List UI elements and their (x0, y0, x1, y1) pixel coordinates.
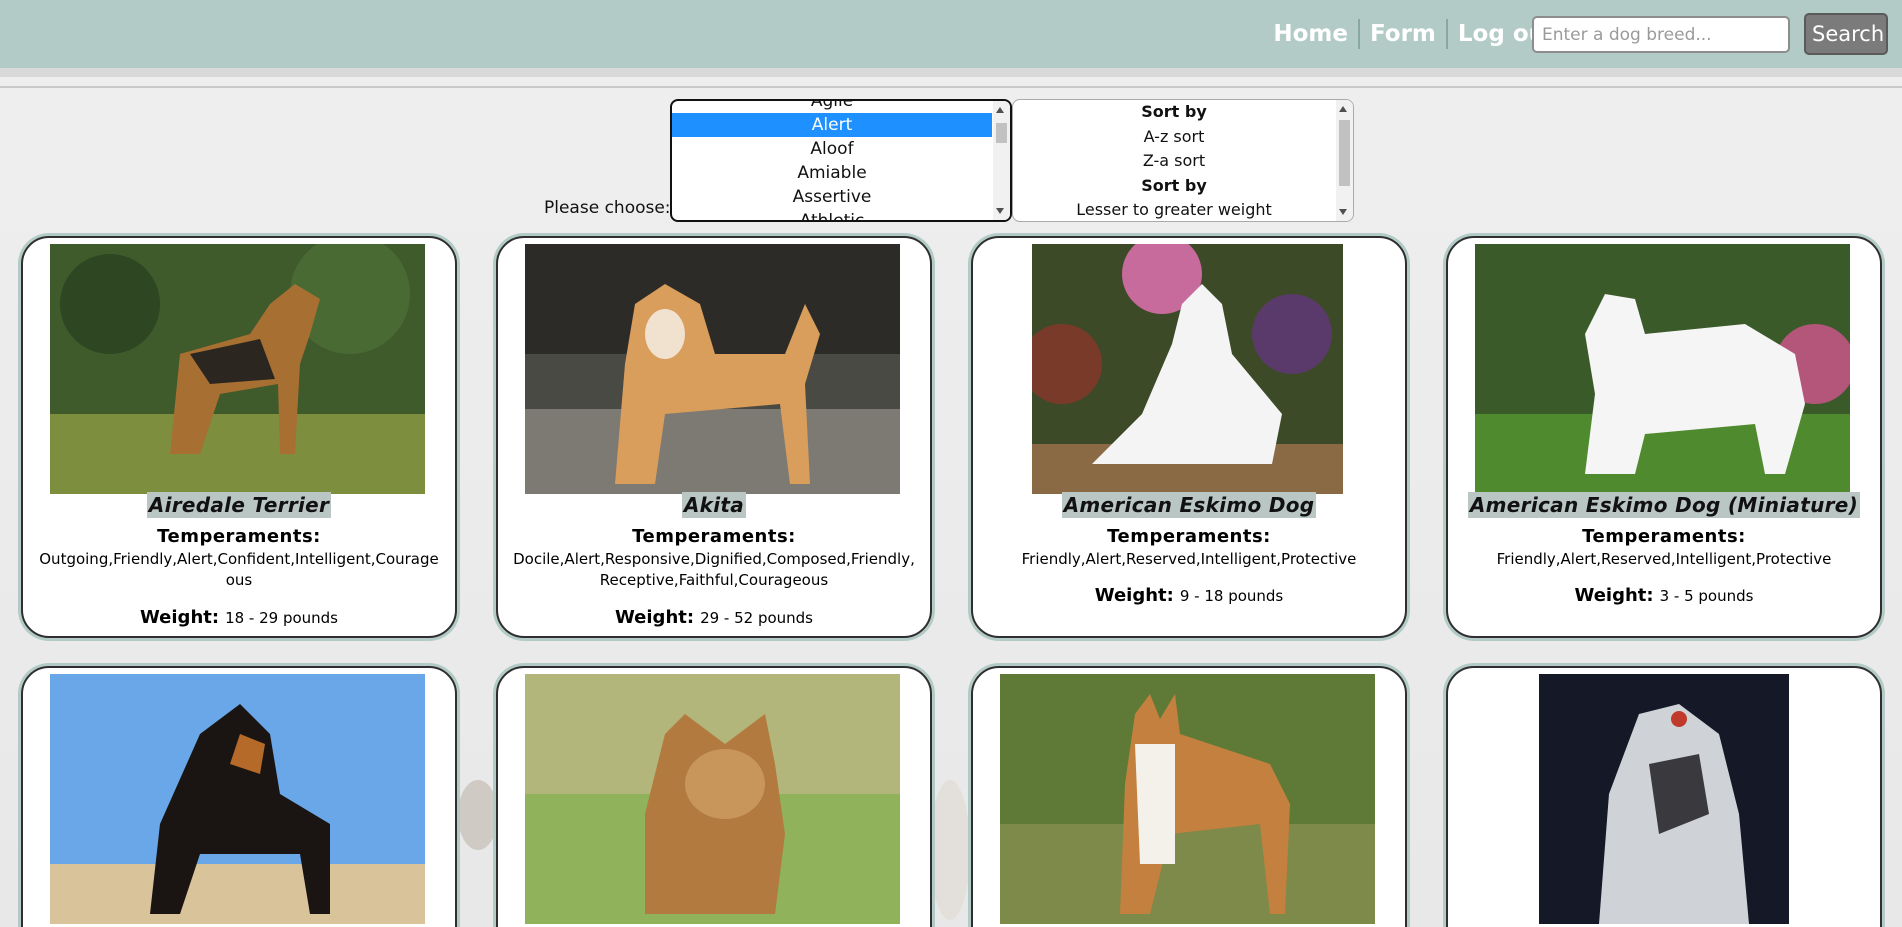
sort-option-weight-asc[interactable]: Lesser to greater weight (1013, 198, 1335, 221)
background-dog-image (458, 780, 498, 850)
dog-photo (1475, 244, 1850, 494)
page: Home Form Log out Search Please choose: … (0, 0, 1902, 927)
temperaments-list: Friendly,Alert,Reserved,Intelligent,Prot… (1496, 550, 1832, 568)
breed-search-input[interactable] (1532, 16, 1790, 53)
weight-value: 29 - 52 pounds (700, 609, 814, 627)
sort-scrollbar[interactable] (1336, 100, 1353, 221)
search-button[interactable]: Search (1804, 13, 1888, 55)
temperament-option[interactable]: Amiable (672, 161, 992, 185)
nav-form-link[interactable]: Form (1360, 19, 1448, 49)
breed-card[interactable]: American Eskimo Dog Temperaments: Friend… (971, 236, 1407, 638)
sort-option-z-a[interactable]: Z-a sort (1013, 149, 1335, 174)
scroll-down-arrow-icon[interactable] (1339, 209, 1347, 215)
dog-photo (50, 674, 425, 924)
dog-photo (50, 244, 425, 494)
breed-card[interactable]: Airedale Terrier Temperaments: Outgoing,… (21, 236, 457, 638)
temperaments-list: Outgoing,Friendly,Alert,Confident,Intell… (39, 550, 439, 589)
nav-menu: Home Form Log out (1263, 19, 1568, 49)
nav-home-link[interactable]: Home (1263, 19, 1360, 49)
breed-card[interactable]: Akita Temperaments: Docile,Alert,Respons… (496, 236, 932, 638)
breed-name: Akita (681, 492, 747, 518)
temperament-select[interactable]: Agile Alert Aloof Amiable Assertive Athl… (670, 99, 1012, 222)
weight-value: 3 - 5 pounds (1659, 587, 1754, 605)
choose-label: Please choose: (544, 198, 671, 218)
breed-card[interactable] (496, 666, 932, 927)
breed-card[interactable]: American Eskimo Dog (Miniature) Temperam… (1446, 236, 1882, 638)
temperament-option[interactable]: Aloof (672, 137, 992, 161)
weight-row: Weight: 18 - 29 pounds (23, 607, 455, 628)
breed-name: Airedale Terrier (146, 492, 332, 518)
sort-option-a-z[interactable]: A-z sort (1013, 125, 1335, 150)
scroll-up-arrow-icon[interactable] (996, 107, 1004, 113)
weight-value: 18 - 29 pounds (225, 609, 339, 627)
scroll-up-arrow-icon[interactable] (1339, 106, 1347, 112)
sort-group-label: Sort by (1141, 102, 1207, 121)
weight-row: Weight: 29 - 52 pounds (498, 607, 930, 628)
dog-photo (1539, 674, 1789, 924)
header-divider (0, 86, 1902, 88)
dog-photo (525, 244, 900, 494)
temperament-scrollbar[interactable] (993, 101, 1010, 220)
temperament-option[interactable]: Athletic (672, 209, 992, 220)
dog-photo (1000, 674, 1375, 924)
temperaments-title: Temperaments: (632, 526, 796, 547)
temperaments-list: Friendly,Alert,Reserved,Intelligent,Prot… (1021, 550, 1357, 568)
scroll-thumb[interactable] (996, 123, 1007, 143)
weight-row: Weight: 9 - 18 pounds (973, 585, 1405, 606)
weight-label: Weight: (1574, 585, 1654, 606)
temperaments-title: Temperaments: (157, 526, 321, 547)
scroll-down-arrow-icon[interactable] (996, 208, 1004, 214)
breed-card[interactable] (21, 666, 457, 927)
weight-label: Weight: (139, 607, 220, 628)
sort-select[interactable]: Sort by A-z sort Z-a sort Sort by Lesser… (1012, 99, 1354, 222)
weight-row: Weight: 3 - 5 pounds (1448, 585, 1880, 606)
weight-label: Weight: (614, 607, 695, 628)
temperament-option-selected[interactable]: Alert (672, 113, 992, 137)
temperament-option[interactable]: Assertive (672, 185, 992, 209)
temperaments-list: Docile,Alert,Responsive,Dignified,Compos… (513, 550, 915, 589)
background-dog-image (930, 780, 970, 920)
breed-name: American Eskimo Dog (Miniature) (1467, 492, 1861, 518)
temperaments-title: Temperaments: (1582, 526, 1746, 547)
breed-card[interactable] (971, 666, 1407, 927)
dog-photo (1032, 244, 1343, 494)
breed-card[interactable] (1446, 666, 1882, 927)
dog-photo (525, 674, 900, 924)
weight-value: 9 - 18 pounds (1179, 587, 1284, 605)
scroll-thumb[interactable] (1339, 120, 1350, 186)
breed-name: American Eskimo Dog (1061, 492, 1317, 518)
temperament-option[interactable]: Agile (672, 101, 992, 113)
sort-group-label: Sort by (1141, 175, 1207, 195)
weight-label: Weight: (1094, 585, 1174, 606)
temperaments-title: Temperaments: (1107, 526, 1271, 547)
